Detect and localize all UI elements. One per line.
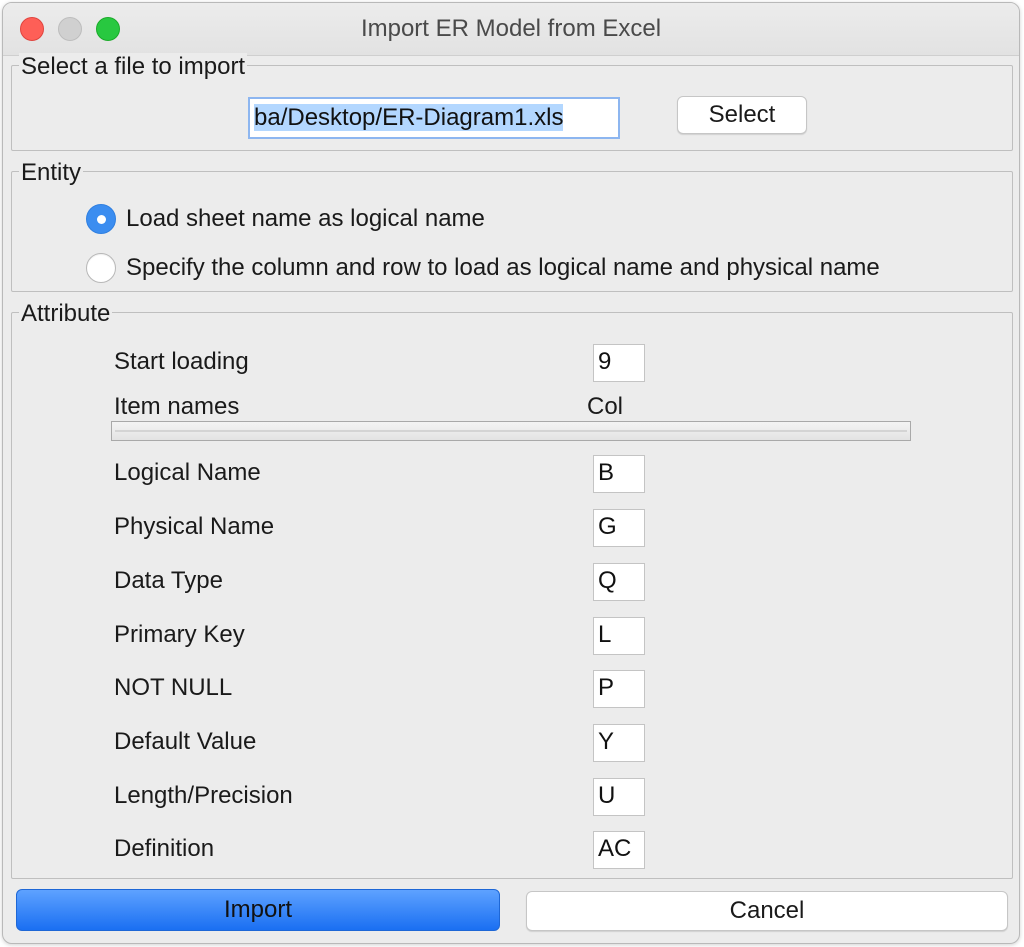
primary-key-column-input[interactable]: L — [593, 617, 645, 655]
length-precision-column-input[interactable]: U — [593, 778, 645, 816]
item-names-label: Item names — [114, 393, 240, 420]
col-header: Col — [587, 393, 624, 420]
data-type-column-input[interactable]: Q — [593, 563, 645, 601]
select-file-button[interactable]: Select — [677, 96, 807, 134]
physical-name-label: Physical Name — [114, 513, 275, 540]
logical-name-label: Logical Name — [114, 459, 261, 486]
window-title: Import ER Model from Excel — [360, 15, 662, 42]
default-value-column-input[interactable]: Y — [593, 724, 645, 762]
item-names-separator — [111, 421, 911, 441]
import-button[interactable]: Import — [16, 889, 500, 931]
radio-label: Load sheet name as logical name — [126, 205, 485, 232]
start-loading-input[interactable]: 9 — [593, 344, 645, 382]
length-precision-label: Length/Precision — [114, 782, 293, 809]
not-null-label: NOT NULL — [114, 674, 233, 701]
logical-name-column-input[interactable]: B — [593, 455, 645, 493]
file-path-text: ba/Desktop/ER-Diagram1.xls — [254, 104, 564, 131]
file-path-input[interactable]: ba/Desktop/ER-Diagram1.xls — [248, 97, 620, 139]
start-loading-label: Start loading — [114, 348, 249, 375]
import-dialog-window: Import ER Model from Excel Select a file… — [2, 2, 1020, 944]
not-null-column-input[interactable]: P — [593, 670, 645, 708]
radio-load-sheet-name[interactable]: Load sheet name as logical name — [86, 201, 485, 237]
cancel-button[interactable]: Cancel — [526, 891, 1008, 931]
file-section-label: Select a file to import — [19, 53, 248, 81]
entity-section-label: Entity — [19, 159, 84, 187]
definition-label: Definition — [114, 835, 215, 862]
radio-unselected-icon[interactable] — [86, 253, 116, 283]
physical-name-column-input[interactable]: G — [593, 509, 645, 547]
primary-key-label: Primary Key — [114, 621, 245, 648]
radio-selected-icon[interactable] — [86, 204, 116, 234]
radio-specify-column-row[interactable]: Specify the column and row to load as lo… — [86, 250, 880, 286]
attribute-section-label: Attribute — [19, 300, 113, 328]
definition-column-input[interactable]: AC — [593, 831, 645, 869]
title-bar: Import ER Model from Excel — [3, 3, 1019, 56]
data-type-label: Data Type — [114, 567, 223, 594]
radio-label: Specify the column and row to load as lo… — [126, 254, 880, 281]
default-value-label: Default Value — [114, 728, 257, 755]
